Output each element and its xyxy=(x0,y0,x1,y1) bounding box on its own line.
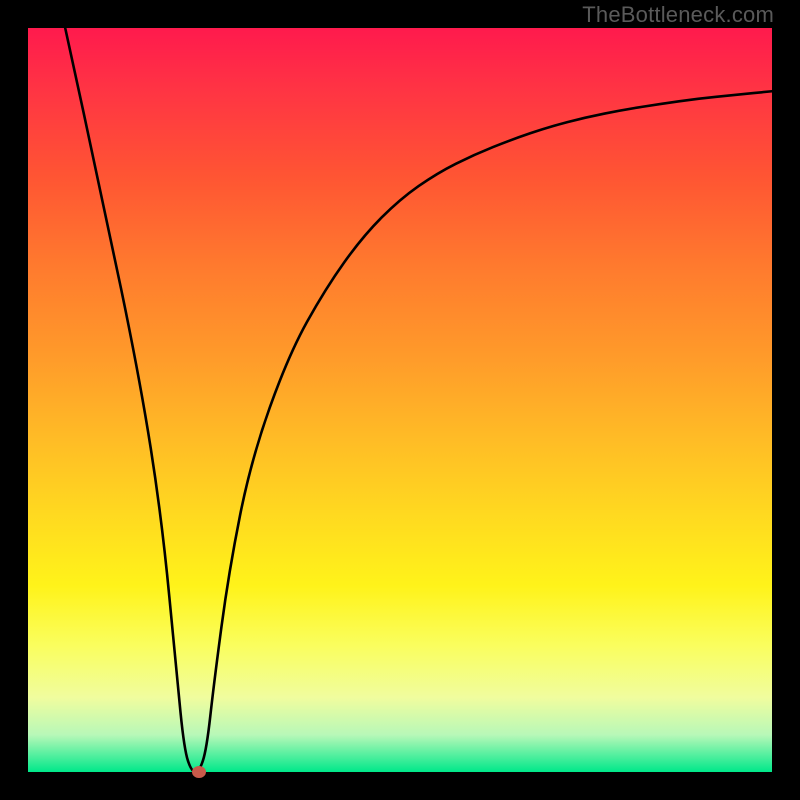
watermark-text: TheBottleneck.com xyxy=(582,2,774,28)
chart-frame: TheBottleneck.com xyxy=(0,0,800,800)
plot-area xyxy=(28,28,772,772)
data-marker xyxy=(192,766,206,778)
curve-layer xyxy=(28,28,772,772)
line-series xyxy=(65,28,772,772)
